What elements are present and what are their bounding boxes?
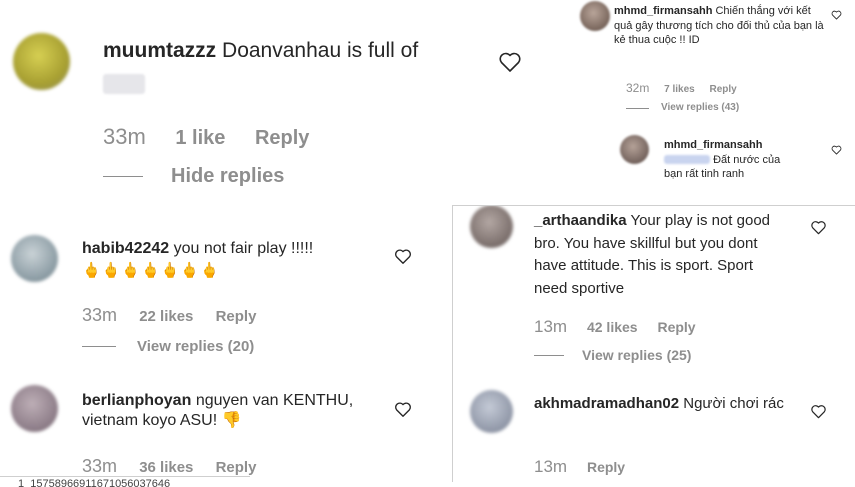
like-heart-icon[interactable] [394,401,412,418]
username[interactable]: berlianphoyan [82,392,191,409]
timestamp: 33m [82,305,118,325]
view-replies-button[interactable]: View replies (25) [582,347,691,363]
timestamp: 33m [82,456,118,476]
like-heart-icon[interactable] [831,145,842,155]
avatar[interactable] [13,33,70,90]
comment-text: _arthaandika Your play is not good bro. … [534,210,789,300]
like-heart-icon[interactable] [394,248,412,265]
username[interactable]: akhmadramadhan02 [534,395,679,412]
comment-meta: 13m Reply [534,457,625,477]
comment-text: muumtazzz Doanvanhau is full of [103,38,493,98]
avatar[interactable] [620,135,649,164]
replies-divider [103,176,143,177]
comment-panel-right: _arthaandika Your play is not good bro. … [452,205,855,482]
panel-divider [452,205,855,206]
view-replies-button[interactable]: View replies (20) [137,338,254,355]
username[interactable]: _arthaandika [534,212,627,229]
comment-body: Doanvanhau is full of [222,39,419,62]
replies-divider [534,355,564,356]
comment-panel-mhmd: mhmd_firmansahh Chiến thắng với kết quả … [566,0,855,197]
blurred-text [103,74,145,95]
like-heart-icon[interactable] [810,220,827,235]
username[interactable]: mhmd_firmansahh [614,5,712,17]
reply-button[interactable]: Reply [216,308,257,325]
comment-meta: 33m 22 likes Reply [82,305,256,326]
like-heart-icon[interactable] [810,404,827,419]
likes-count[interactable]: 7 likes [664,84,695,95]
username[interactable]: mhmd_firmansahh [664,138,799,153]
comment-text: mhmd_firmansahh Chiến thắng với kết quả … [614,4,826,48]
emoji-row: 🖕🖕🖕🖕🖕🖕🖕 [82,262,220,280]
replies-divider [626,108,649,109]
like-heart-icon[interactable] [831,10,842,20]
avatar[interactable] [580,1,610,31]
avatar[interactable] [470,205,513,248]
hide-replies-button[interactable]: Hide replies [171,165,284,188]
avatar[interactable] [11,385,58,432]
timestamp: 32m [626,81,650,95]
likes-count[interactable]: 42 likes [587,319,638,335]
comment-text: akhmadramadhan02 Người chơi rác [534,393,794,416]
comment-meta: 33m 1 like Reply [103,124,309,150]
replies-divider [82,346,116,347]
comment-meta: 32m 7 likes Reply [626,81,737,95]
like-heart-icon[interactable] [498,51,522,73]
likes-count[interactable]: 1 like [175,127,225,149]
timestamp: 33m [103,124,146,149]
comment-body: you not fair play !!!!! [173,240,314,257]
comment-panel-muumtazzz: muumtazzz Doanvanhau is full of 33m 1 li… [0,0,560,205]
likes-count[interactable]: 36 likes [139,459,193,476]
username[interactable]: muumtazzz [103,39,216,62]
timestamp: 13m [534,457,568,476]
comment-panel-left: habib42242 you not fair play !!!!! 🖕🖕🖕🖕🖕… [0,210,450,482]
panel-divider [452,205,453,482]
view-replies-button[interactable]: View replies (43) [661,102,739,113]
comment-text: berlianphoyan nguyen van KENTHU, vietnam… [82,391,387,432]
reply-button[interactable]: Reply [255,127,309,149]
comment-text: habib42242 you not fair play !!!!! 🖕🖕🖕🖕🖕… [82,239,402,281]
likes-count[interactable]: 22 likes [139,308,193,325]
comment-text: mhmd_firmansahh Đất nước của bạn rất tin… [664,138,799,182]
comment-meta: 13m 42 likes Reply [534,317,696,337]
blurred-mention [664,155,710,165]
reply-button[interactable]: Reply [710,84,737,95]
timestamp: 13m [534,317,568,336]
reply-button[interactable]: Reply [587,459,625,475]
comment-body: Người chơi rác [683,395,784,412]
avatar[interactable] [470,390,513,433]
avatar[interactable] [11,235,58,282]
reply-button[interactable]: Reply [657,319,695,335]
reply-button[interactable]: Reply [216,459,257,476]
comment-meta: 33m 36 likes Reply [82,456,256,477]
username[interactable]: habib42242 [82,240,169,257]
